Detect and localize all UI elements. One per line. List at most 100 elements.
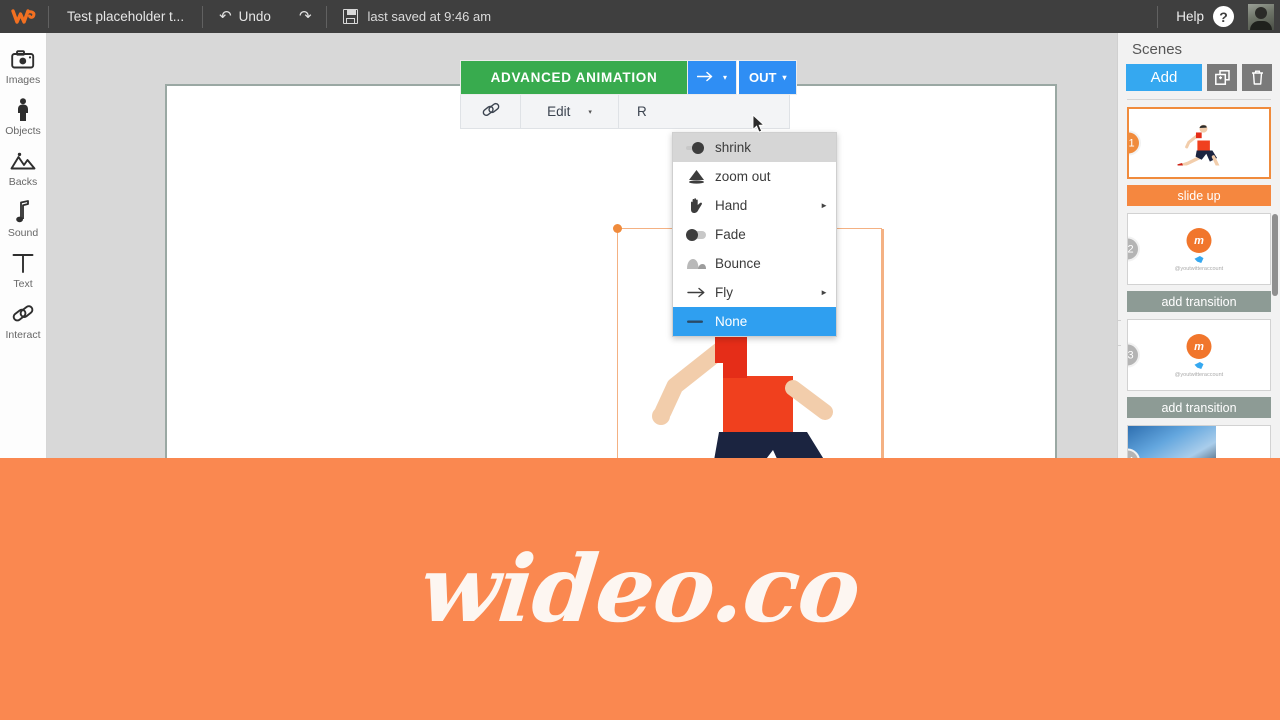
scene-canvas[interactable]: [165, 84, 1057, 546]
link-object-button[interactable]: [461, 95, 521, 128]
submenu-arrow-icon: ►: [820, 201, 828, 210]
sidebar-item-backs[interactable]: Backs: [0, 148, 46, 188]
text-t-icon: [11, 250, 35, 276]
wideo-w-logo-icon[interactable]: [0, 0, 48, 33]
hand-icon: [683, 197, 709, 214]
music-note-icon: [15, 199, 31, 225]
out-label: OUT: [749, 70, 777, 85]
menu-item-label: shrink: [715, 140, 752, 155]
floppy-disk-icon: [342, 9, 358, 24]
wideo-wordmark: wideo.co: [415, 535, 865, 643]
menu-item-bounce[interactable]: Bounce: [673, 249, 836, 278]
scene-number: 01: [1129, 130, 1141, 156]
redo-button[interactable]: ↷: [285, 9, 326, 24]
animation-toolbar: ADVANCED ANIMATION ▾ OUT ▾ Edit ▾ R: [460, 60, 798, 129]
link-chain-icon: [11, 301, 35, 327]
save-status-text: last saved at 9:46 am: [367, 9, 492, 24]
scene-thumbnail-04[interactable]: 04 Write a little text: [1127, 425, 1271, 458]
scenes-scrollbar[interactable]: [1272, 214, 1278, 296]
sidebar-item-text[interactable]: Text: [0, 250, 46, 290]
shrink-icon: [683, 141, 709, 154]
twitter-handle: @youtwitteraccount: [1174, 372, 1224, 378]
undo-button[interactable]: ↶ Undo: [203, 9, 285, 24]
scene-thumbnail-02[interactable]: 02 m @youtwitteraccount: [1127, 213, 1271, 285]
chevron-down-icon: ▾: [588, 108, 592, 116]
out-animation-dropdown-menu: shrink zoom out Hand ► Fade Bounce Fly ►…: [672, 132, 837, 337]
sidebar-item-images[interactable]: Images: [0, 46, 46, 86]
scene-thumbnail-01[interactable]: 01: [1127, 107, 1271, 179]
sidebar-item-label: Text: [13, 278, 33, 290]
scene-transition-03[interactable]: add transition: [1127, 397, 1271, 418]
scenes-panel-title: Scenes: [1132, 41, 1183, 58]
mouse-cursor: [752, 113, 765, 138]
save-status-group[interactable]: last saved at 9:46 am: [327, 9, 508, 24]
scenes-panel: Scenes Add 01: [1117, 33, 1280, 458]
editor-workspace: ADVANCED ANIMATION ▾ OUT ▾ Edit ▾ R shri…: [47, 33, 1117, 546]
menu-item-hand[interactable]: Hand ►: [673, 191, 836, 220]
chevron-down-icon: ▾: [782, 73, 787, 82]
scene-transition-02[interactable]: add transition: [1127, 291, 1271, 312]
menu-item-none[interactable]: None: [673, 307, 836, 336]
help-button[interactable]: Help ?: [1158, 6, 1248, 27]
add-scene-button[interactable]: Add: [1126, 64, 1202, 91]
sidebar-item-label: Images: [5, 74, 41, 86]
undo-arrow-icon: ↶: [219, 8, 232, 25]
twitter-handle: @youtwitteraccount: [1174, 266, 1224, 272]
sidebar-item-label: Objects: [5, 125, 41, 137]
fly-arrow-icon: [683, 287, 709, 298]
top-toolbar: Test placeholder t... ↶ Undo ↷ last save…: [0, 0, 1280, 33]
sidebar-item-label: Backs: [8, 176, 38, 188]
redo-arrow-icon: ↷: [298, 8, 312, 25]
menu-item-label: Fade: [715, 227, 746, 242]
scenes-actions: Add: [1118, 64, 1280, 91]
advanced-animation-button[interactable]: ADVANCED ANIMATION: [460, 60, 688, 95]
duplicate-scene-button[interactable]: [1207, 64, 1237, 91]
animation-toolbar-row-primary: ADVANCED ANIMATION ▾ OUT ▾: [460, 60, 798, 95]
sidebar-item-interact[interactable]: Interact: [0, 301, 46, 341]
chevron-down-icon: ▾: [723, 73, 728, 82]
menu-item-label: Bounce: [715, 256, 761, 271]
menu-item-label: None: [715, 314, 748, 329]
wideo-brand-banner: wideo.co: [0, 458, 1280, 720]
animation-direction-button[interactable]: ▾: [688, 60, 738, 95]
menu-item-label: zoom out: [715, 169, 771, 184]
collapse-panel-button[interactable]: [1118, 320, 1121, 346]
brand-logo-icon: m: [1186, 228, 1212, 253]
landscape-picture-icon: [10, 148, 36, 174]
animation-toolbar-row-secondary: Edit ▾ R: [460, 95, 790, 129]
scene-thumbnail-03[interactable]: 03 m @youtwitteraccount: [1127, 319, 1271, 391]
delete-scene-button[interactable]: [1242, 64, 1272, 91]
running-man-thumbnail-icon: [1170, 116, 1228, 171]
submenu-arrow-icon: ►: [820, 288, 828, 297]
menu-item-fly[interactable]: Fly ►: [673, 278, 836, 307]
out-animation-button[interactable]: OUT ▾: [737, 60, 798, 95]
scenes-list: 01 slide up: [1118, 100, 1280, 458]
edit-dropdown-button[interactable]: Edit ▾: [521, 95, 619, 128]
bounce-icon: [683, 257, 709, 270]
brand-logo-icon: m: [1186, 334, 1212, 359]
menu-item-fade[interactable]: Fade: [673, 220, 836, 249]
person-icon: [15, 97, 31, 123]
scene-transition-01[interactable]: slide up: [1127, 185, 1271, 206]
question-mark-icon: ?: [1213, 6, 1234, 27]
sidebar-item-label: Interact: [5, 329, 41, 341]
right-arrow-icon: [696, 69, 714, 87]
project-title[interactable]: Test placeholder t...: [49, 9, 202, 24]
twitter-bird-icon: [1194, 256, 1204, 263]
undo-label: Undo: [238, 9, 271, 24]
wideo-editor-app: Test placeholder t... ↶ Undo ↷ last save…: [0, 0, 1280, 720]
edit-label: Edit: [547, 104, 571, 119]
sidebar-item-sound[interactable]: Sound: [0, 199, 46, 239]
twitter-bird-icon: [1194, 362, 1204, 369]
menu-item-label: Hand: [715, 198, 748, 213]
camera-icon: [11, 46, 35, 72]
scene-number: 03: [1128, 342, 1140, 368]
menu-item-zoom-out[interactable]: zoom out: [673, 162, 836, 191]
link-chain-icon: [481, 101, 501, 122]
sidebar-item-objects[interactable]: Objects: [0, 97, 46, 137]
avatar[interactable]: [1248, 3, 1274, 30]
sky-background-image: [1128, 426, 1217, 458]
resize-handle[interactable]: [613, 224, 622, 233]
none-dash-icon: [683, 319, 709, 324]
sidebar-item-label: Sound: [7, 227, 39, 239]
